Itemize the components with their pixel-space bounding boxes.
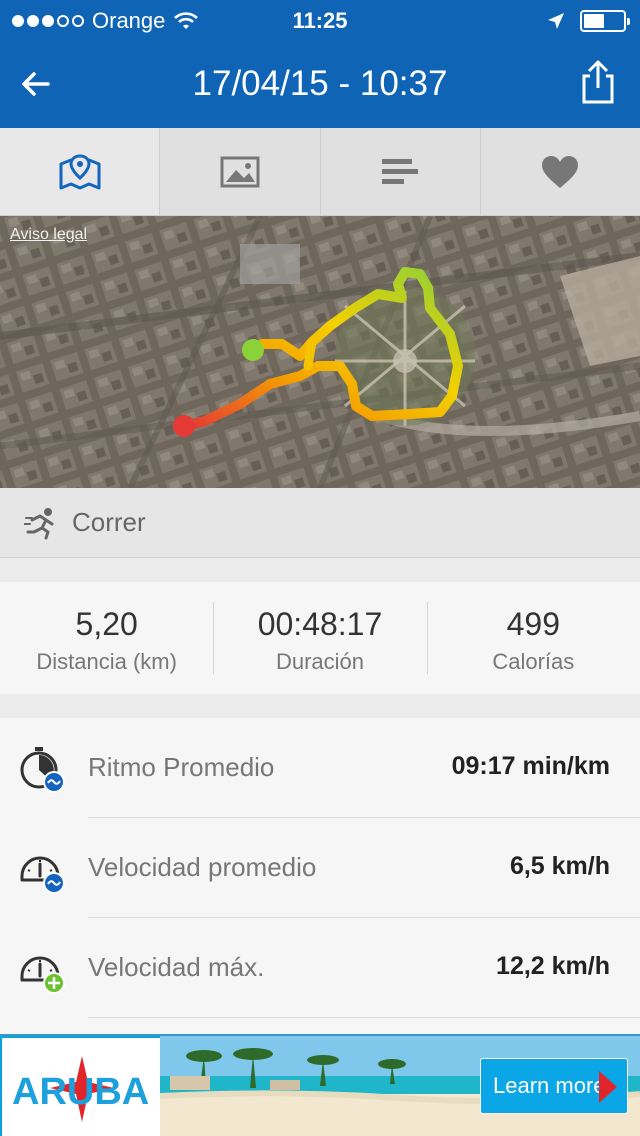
image-icon bbox=[220, 156, 260, 187]
summary-stats: 5,20 Distancia (km) 00:48:17 Duración 49… bbox=[0, 582, 640, 694]
list-item: Velocidad promedio 6,5 km/h bbox=[0, 818, 640, 918]
ad-banner[interactable]: ARUBA Learn more bbox=[0, 1034, 640, 1136]
learn-more-button[interactable]: Learn more bbox=[480, 1058, 628, 1114]
tab-stats[interactable] bbox=[321, 128, 481, 215]
activity-type-row[interactable]: Correr bbox=[0, 488, 640, 558]
page-title: 17/04/15 - 10:37 bbox=[192, 64, 448, 103]
app-header: Orange 11:25 17/04/15 - 10:37 bbox=[0, 0, 640, 128]
share-icon[interactable] bbox=[574, 58, 622, 106]
play-arrow-icon bbox=[599, 1071, 617, 1103]
aruba-logo: ARUBA bbox=[2, 1038, 160, 1136]
list-item: Ritmo Promedio 09:17 min/km bbox=[0, 718, 640, 818]
detail-value: 09:17 min/km bbox=[451, 752, 610, 780]
stat-value: 00:48:17 bbox=[257, 606, 383, 642]
stat-value: 499 bbox=[506, 606, 561, 642]
route-map[interactable]: Aviso legal bbox=[0, 216, 640, 488]
location-arrow-icon bbox=[548, 13, 564, 29]
battery-icon bbox=[580, 10, 630, 32]
stat-duration: 00:48:17 Duración bbox=[213, 582, 426, 694]
runner-icon bbox=[24, 507, 54, 539]
legal-notice-link[interactable]: Aviso legal bbox=[10, 226, 87, 244]
speedometer-average-icon bbox=[20, 856, 65, 894]
activity-type-label: Correr bbox=[72, 507, 146, 537]
stat-label: Duración bbox=[275, 649, 365, 674]
tab-map[interactable] bbox=[0, 128, 161, 215]
satellite-map-image bbox=[0, 216, 640, 488]
learn-more-label: Learn more bbox=[493, 1073, 606, 1098]
speedometer-max-icon bbox=[20, 956, 65, 994]
bars-icon bbox=[382, 158, 419, 184]
stat-label: Distancia (km) bbox=[36, 649, 177, 674]
stat-calories: 499 Calorías bbox=[426, 582, 640, 694]
stat-label: Calorías bbox=[492, 649, 575, 674]
pace-stopwatch-icon bbox=[20, 747, 65, 793]
list-item: Velocidad máx. 12,2 km/h bbox=[0, 918, 640, 1018]
heart-icon bbox=[542, 155, 579, 188]
map-pin-icon bbox=[59, 153, 101, 189]
detail-tabs bbox=[0, 128, 640, 216]
stat-distance: 5,20 Distancia (km) bbox=[0, 582, 213, 694]
tab-favorite[interactable] bbox=[481, 128, 640, 215]
detail-value: 12,2 km/h bbox=[496, 952, 610, 980]
detail-label: Ritmo Promedio bbox=[88, 752, 275, 782]
aruba-logo-text: ARUBA bbox=[12, 1071, 149, 1113]
detail-label: Velocidad promedio bbox=[88, 852, 317, 882]
tab-photo[interactable] bbox=[160, 128, 321, 215]
detail-value: 6,5 km/h bbox=[509, 852, 610, 880]
stat-value: 5,20 bbox=[75, 606, 138, 642]
divider bbox=[88, 1017, 640, 1018]
status-right bbox=[546, 10, 630, 32]
status-time: 11:25 bbox=[292, 8, 348, 33]
detail-label: Velocidad máx. bbox=[88, 952, 265, 982]
detail-list: Ritmo Promedio 09:17 min/km Velocidad pr… bbox=[0, 718, 640, 1034]
status-bar: Orange 11:25 bbox=[0, 0, 640, 40]
